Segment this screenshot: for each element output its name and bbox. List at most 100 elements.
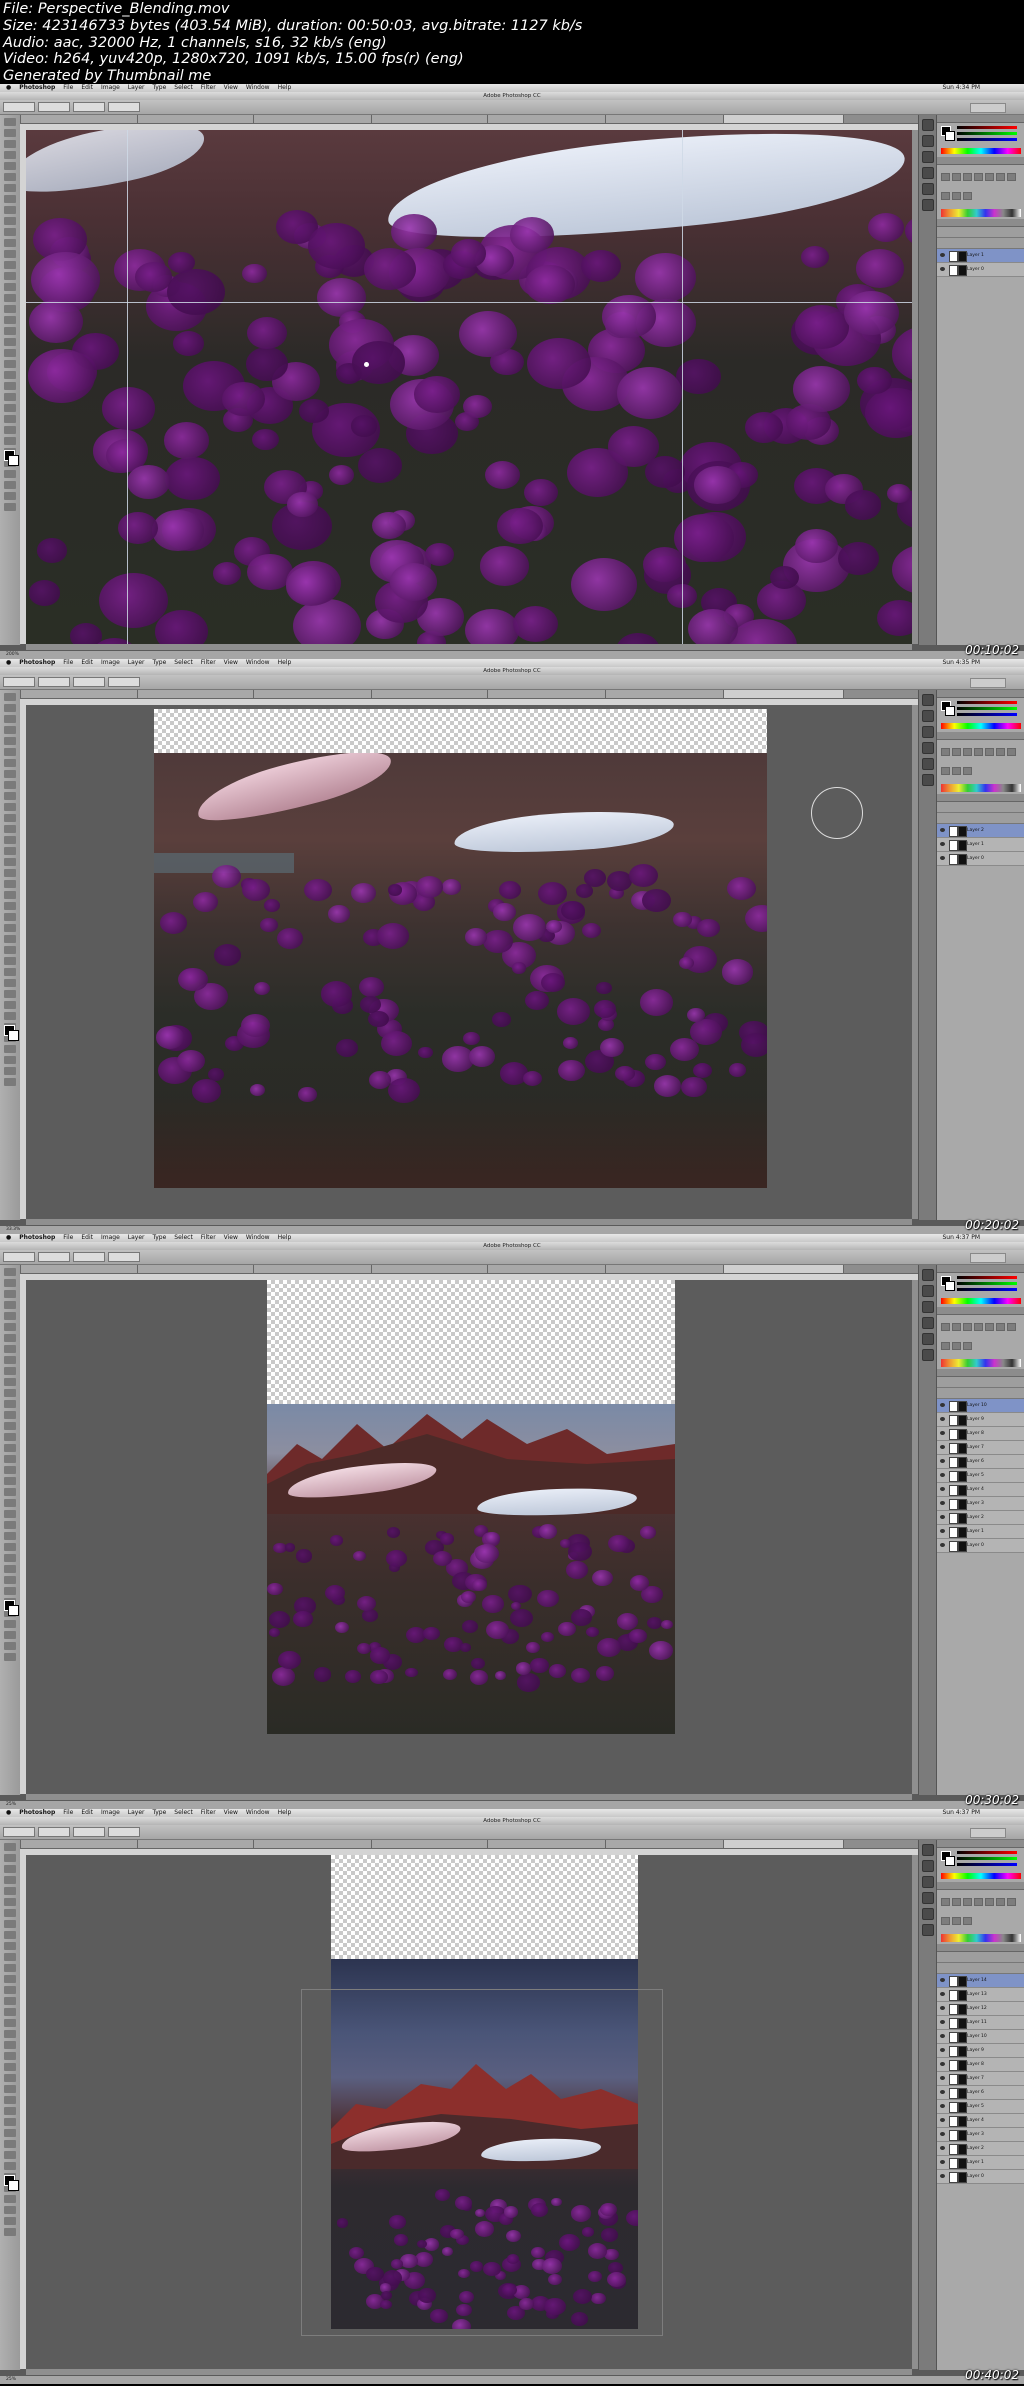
menu-select[interactable]: Select	[170, 84, 197, 92]
eye-icon[interactable]	[940, 1515, 945, 1519]
tool-button[interactable]	[4, 737, 16, 745]
document-tab[interactable]	[254, 690, 372, 698]
eye-icon[interactable]	[940, 1403, 945, 1407]
tool-button[interactable]	[4, 371, 16, 379]
adjustment-icon[interactable]	[996, 1323, 1005, 1331]
layers-panel-tab[interactable]	[937, 794, 1024, 802]
tool-button[interactable]	[4, 1543, 16, 1551]
tool-button[interactable]	[4, 1389, 16, 1397]
tool-button[interactable]	[4, 2228, 16, 2236]
guide-line[interactable]	[127, 130, 128, 644]
tool-button[interactable]	[4, 726, 16, 734]
tool-button[interactable]	[4, 924, 16, 932]
layer-mask-thumbnail[interactable]	[958, 2060, 967, 2071]
tool-button[interactable]	[4, 1334, 16, 1342]
adjustment-icon[interactable]	[974, 173, 983, 181]
tool-button[interactable]	[4, 503, 16, 511]
adjustment-icon[interactable]	[952, 192, 961, 200]
tool-button[interactable]	[4, 2030, 16, 2038]
tool-button[interactable]	[4, 1356, 16, 1364]
horizontal-scrollbar[interactable]	[26, 2369, 912, 2375]
tool-button[interactable]	[4, 404, 16, 412]
adjustment-icon[interactable]	[974, 1898, 983, 1906]
adjustment-icon[interactable]	[1007, 748, 1016, 756]
layer-row[interactable]: Layer 1	[937, 2156, 1024, 2170]
option-field[interactable]	[38, 676, 70, 687]
layer-row[interactable]: Layer 1	[937, 838, 1024, 852]
tool-preset-picker[interactable]	[3, 1251, 35, 1262]
panel-icon[interactable]	[922, 726, 934, 738]
document-tab[interactable]	[724, 115, 844, 123]
layer-mask-thumbnail[interactable]	[958, 1527, 967, 1538]
layer-mask-thumbnail[interactable]	[958, 1541, 967, 1552]
photo-document[interactable]	[267, 1404, 675, 1734]
layer-mask-thumbnail[interactable]	[958, 1990, 967, 2001]
guide-line[interactable]	[682, 130, 683, 644]
tool-button[interactable]	[4, 1367, 16, 1375]
app-name[interactable]: Photoshop	[15, 1809, 59, 1817]
tool-button[interactable]	[4, 2162, 16, 2170]
adjustment-icon[interactable]	[963, 1323, 972, 1331]
tool-button[interactable]	[4, 2140, 16, 2148]
menu-help[interactable]: Help	[274, 84, 296, 92]
adjustment-icon[interactable]	[941, 748, 950, 756]
tool-button[interactable]	[4, 217, 16, 225]
tool-button[interactable]	[4, 990, 16, 998]
tool-button[interactable]	[4, 415, 16, 423]
adjustment-icon[interactable]	[963, 1898, 972, 1906]
blue-slider[interactable]	[957, 713, 1017, 716]
document-tab[interactable]	[20, 1265, 138, 1273]
tool-button[interactable]	[4, 693, 16, 701]
layer-row[interactable]: Layer 0	[937, 263, 1024, 277]
document-tab[interactable]	[606, 1840, 724, 1848]
document-tab[interactable]	[20, 1840, 138, 1848]
tool-button[interactable]	[4, 140, 16, 148]
layer-mask-thumbnail[interactable]	[958, 2004, 967, 2015]
option-field[interactable]	[38, 1251, 70, 1262]
tool-button[interactable]	[4, 1920, 16, 1928]
document-tab[interactable]	[372, 1840, 488, 1848]
tool-button[interactable]	[4, 283, 16, 291]
swatches-strip[interactable]	[941, 1934, 1021, 1942]
eye-icon[interactable]	[940, 856, 945, 860]
tool-button[interactable]	[4, 1323, 16, 1331]
color-ramp[interactable]	[941, 148, 1021, 154]
eye-icon[interactable]	[940, 1473, 945, 1477]
eye-icon[interactable]	[940, 1992, 945, 1996]
adjustment-icon[interactable]	[941, 767, 950, 775]
menu-filter[interactable]: Filter	[197, 1809, 220, 1817]
document-tab[interactable]	[488, 690, 606, 698]
apple-icon[interactable]: ●	[0, 1234, 15, 1242]
menu-edit[interactable]: Edit	[77, 659, 97, 667]
option-field[interactable]	[108, 676, 140, 687]
menu-view[interactable]: View	[220, 1809, 242, 1817]
background-color-swatch[interactable]	[945, 1856, 955, 1866]
layer-row[interactable]: Layer 14	[937, 1974, 1024, 1988]
layer-mask-thumbnail[interactable]	[958, 1457, 967, 1468]
panel-icon[interactable]	[922, 1908, 934, 1920]
layer-mask-thumbnail[interactable]	[958, 854, 967, 865]
photo-document[interactable]	[154, 753, 767, 1188]
layer-mask-thumbnail[interactable]	[958, 1471, 967, 1482]
tool-button[interactable]	[4, 1477, 16, 1485]
menu-file[interactable]: File	[59, 84, 77, 92]
layers-filter-bar[interactable]	[937, 802, 1024, 813]
eye-icon[interactable]	[940, 267, 945, 271]
background-color-swatch[interactable]	[8, 1605, 19, 1616]
tool-button[interactable]	[4, 327, 16, 335]
tool-button[interactable]	[4, 704, 16, 712]
blue-slider[interactable]	[957, 138, 1017, 141]
tool-button[interactable]	[4, 968, 16, 976]
layer-row[interactable]: Layer 0	[937, 852, 1024, 866]
layer-row[interactable]: Layer 9	[937, 2044, 1024, 2058]
document-tab[interactable]	[724, 690, 844, 698]
document-tab[interactable]	[724, 1840, 844, 1848]
red-slider[interactable]	[957, 126, 1017, 129]
tool-button[interactable]	[4, 250, 16, 258]
layer-row[interactable]: Layer 8	[937, 1427, 1024, 1441]
tool-button[interactable]	[4, 1400, 16, 1408]
tool-button[interactable]	[4, 1854, 16, 1862]
workspace-switcher[interactable]	[970, 1828, 1006, 1838]
tool-button[interactable]	[4, 2063, 16, 2071]
menu-image[interactable]: Image	[97, 1234, 124, 1242]
